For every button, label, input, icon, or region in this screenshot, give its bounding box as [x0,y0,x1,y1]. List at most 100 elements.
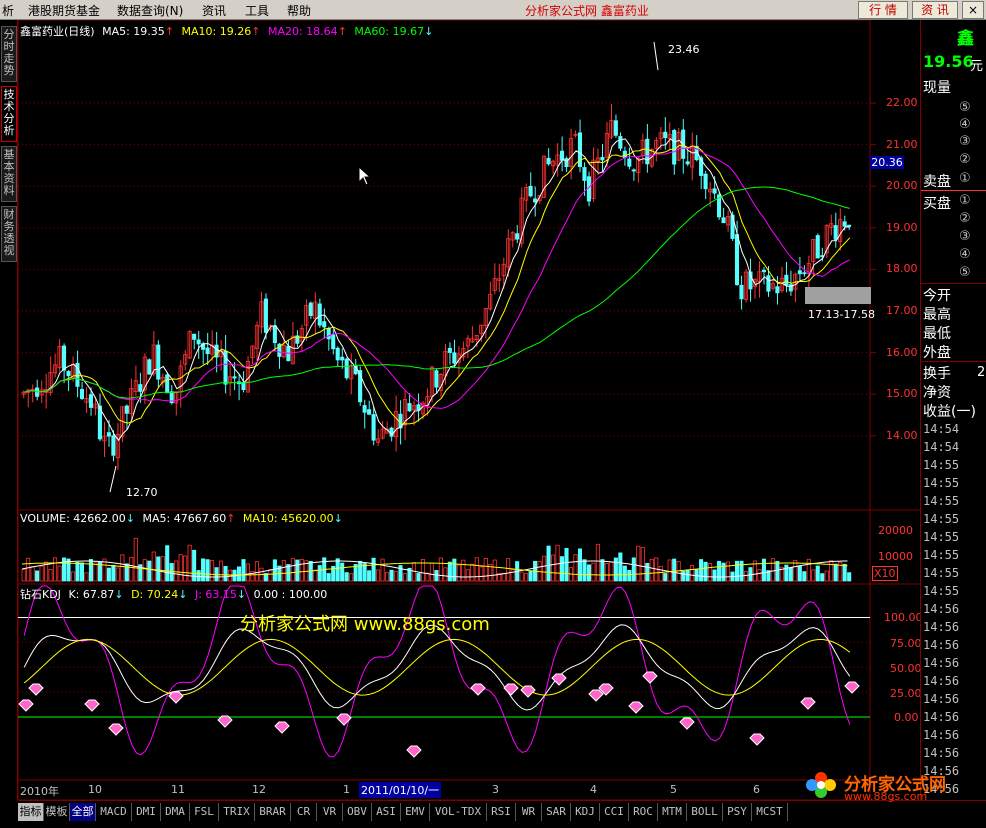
kdj-axis-100: 100.00 [884,611,923,624]
diamond-signal-icon [18,699,34,712]
volume-bar [501,572,506,582]
kdj-k-label: K: 67.87 [68,588,115,601]
menu-item-tools[interactable]: 工具 [245,2,269,19]
candle-body [739,284,744,300]
indicator-tab[interactable]: VR [317,803,343,821]
tab-technical[interactable]: 技术分析 [1,86,17,142]
indicator-tab[interactable]: RSI [487,803,516,821]
kline-chart-svg[interactable] [18,20,920,800]
indicator-tab[interactable]: ROC [629,803,658,821]
tab-intraday[interactable]: 分时走势 [1,26,17,82]
candle-body [847,224,852,227]
indicator-tab[interactable]: 指标 [18,803,44,821]
indicator-tab[interactable]: CR [291,803,317,821]
indicator-tab[interactable]: PSY [723,803,752,821]
indicator-tab[interactable]: DMI [132,803,161,821]
indicator-tab[interactable]: OBV [343,803,372,821]
indicator-tab[interactable]: ASI [372,803,401,821]
date-label: 12 [252,783,266,796]
indicator-tab[interactable]: MTM [658,803,687,821]
candle-body [734,234,740,286]
volume-bar [461,559,466,582]
bid-level-4: ④ [959,247,971,262]
indicator-tab[interactable]: EMV [401,803,430,821]
volume-bar [201,558,206,582]
volume-bar [833,563,838,582]
news-button[interactable]: 资 讯 [912,1,958,19]
low-price-label: 12.70 [126,486,158,499]
volume-bar [26,557,31,582]
volume-bar [133,537,138,582]
indicator-tab[interactable]: CCI [600,803,629,821]
menu-item-analysis[interactable]: 析 [2,2,14,19]
indicator-tab[interactable]: VOL-TDX [430,803,487,821]
volume-unit-badge: X10 [872,566,898,581]
candle-body [192,333,197,340]
volume-bar [708,563,713,582]
volume-bar [761,558,766,582]
indicator-tab[interactable]: FSL [190,803,219,821]
tick-time: 14:56 [923,728,960,742]
tab-financials[interactable]: 财务透视 [1,206,17,262]
candle-body [407,403,412,412]
tab-fundamentals[interactable]: 基本资料 [1,146,17,202]
price-axis-label: 16.00 [886,345,918,359]
tick-time: 14:55 [923,476,960,490]
candle-body [88,394,93,408]
bid-level-1: ① [959,193,971,208]
close-button[interactable]: × [962,1,984,19]
volume-bar [210,560,215,582]
kdj-line [23,638,851,696]
indicator-tab[interactable]: TRIX [219,803,255,821]
candle-body [618,136,623,149]
volume-bar [219,560,224,582]
chart-grid [18,20,920,800]
indicator-tab[interactable]: DMA [161,803,190,821]
indicator-tab[interactable]: WR [516,803,542,821]
volume-bar [268,569,273,582]
volume-bar [465,569,470,582]
indicator-tab[interactable]: MCST [752,803,788,821]
arrow-down-icon: ↓ [114,588,124,601]
indicator-tab[interactable]: MACD [96,803,132,821]
arrow-down-icon: ↓ [424,25,434,38]
low-marker-line [109,465,117,493]
volume-bar [281,560,286,582]
volume-bar [340,562,345,582]
tick-time: 14:55 [923,566,960,580]
volume-bar [815,565,820,582]
volume-bar [627,569,632,582]
volume-bar [245,563,251,582]
tick-time: 14:54 [923,422,960,436]
candle-body [452,352,457,364]
candle-body [106,432,111,437]
volume-bar [555,544,560,582]
volume-bar [524,573,529,582]
volume-bar [174,560,179,582]
menu-item-help[interactable]: 帮助 [287,2,311,19]
volume-bar [667,559,672,582]
chart-area[interactable]: 鑫富药业(日线) MA5: 19.35↑ MA10: 19.26↑ MA20: … [18,20,923,800]
indicator-tab[interactable]: BOLL [687,803,723,821]
indicator-tab[interactable]: BRAR [255,803,291,821]
candle-body [331,334,336,350]
quote-button[interactable]: 行 情 [858,1,908,19]
candle-body [138,384,143,392]
menu-item-data-query[interactable]: 数据查询(N) [117,2,183,19]
volume-bar [663,573,668,582]
volume-bar [21,568,26,582]
menu-item-hk-futures[interactable]: 港股期货基金 [28,2,100,19]
menu-item-news[interactable]: 资讯 [202,2,226,19]
volume-bar [402,573,408,582]
candle-body [631,169,636,172]
indicator-tab[interactable]: 模板 [44,803,70,821]
indicator-tab[interactable]: SAR [542,803,571,821]
indicator-tab[interactable]: 全部 [70,803,96,821]
panel-divider [921,190,986,191]
candle-body [371,414,376,441]
volume-bar [658,565,663,582]
candle-body [815,235,820,259]
indicator-tab[interactable]: KDJ [571,803,600,821]
candle-body [272,325,277,344]
logo-url: www.88gs.com [844,790,928,803]
